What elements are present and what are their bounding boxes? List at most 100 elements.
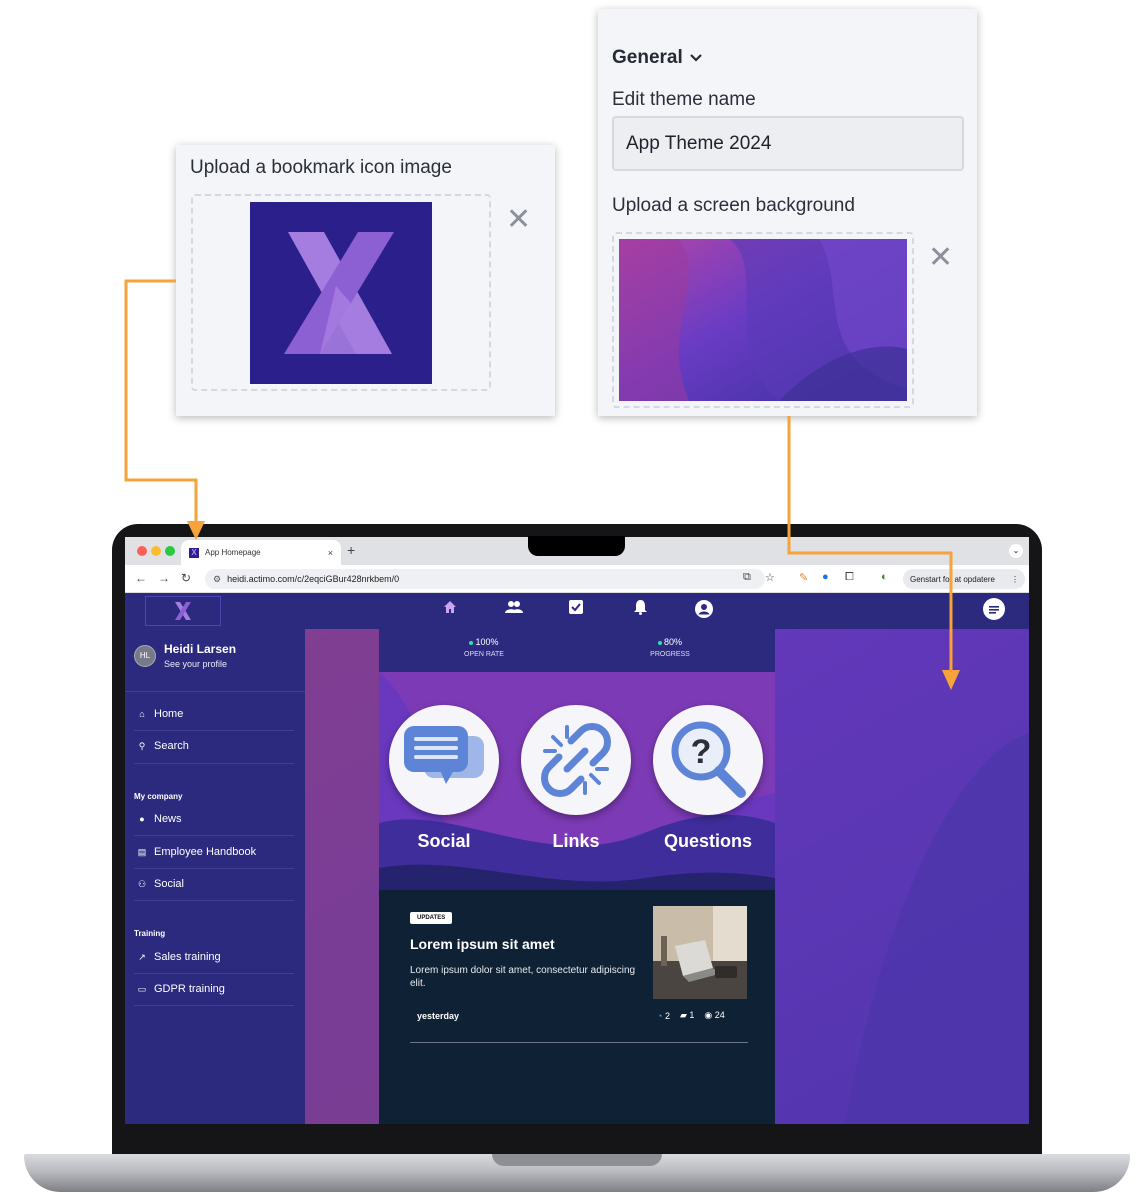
extension-pen-icon[interactable]: ✎: [799, 571, 808, 584]
laptop-lid-notch: [492, 1154, 662, 1166]
bookmark-panel-title: Upload a bookmark icon image: [190, 157, 452, 178]
update-button[interactable]: Genstart for at opdatere ⋮: [903, 569, 1025, 589]
stats-bar: 100% OPEN RATE 80% PROGRESS: [379, 629, 775, 672]
stat-value: 80%: [663, 637, 682, 647]
theme-name-label: Edit theme name: [612, 89, 756, 110]
sidebar-divider: [134, 763, 294, 764]
general-section-label: General: [612, 47, 683, 68]
profile-link[interactable]: See your profile: [164, 659, 236, 669]
sidebar-divider: [125, 691, 305, 692]
new-tab-button[interactable]: +: [347, 542, 355, 558]
bookmark-remove-icon[interactable]: ✕: [506, 205, 531, 235]
bell-icon[interactable]: [634, 600, 647, 615]
tile-label: Links: [552, 831, 600, 851]
profile-avatar-icon[interactable]: ◐: [881, 571, 888, 583]
logo-x-icon: [175, 602, 191, 620]
tab-close-button[interactable]: ×: [328, 548, 333, 558]
card-thumbnail: [653, 906, 747, 999]
sidebar-item-label: Search: [154, 740, 189, 752]
comments-count[interactable]: ▰ 1: [680, 1010, 694, 1021]
sidebar-item-label: GDPR training: [154, 983, 225, 995]
bookmark-star-icon[interactable]: ☆: [765, 571, 775, 584]
tab-list-icon[interactable]: ⌄: [1009, 544, 1023, 558]
sidebar-item-label: Home: [154, 708, 184, 720]
general-settings-panel: General Edit theme name Upload a screen …: [598, 9, 977, 416]
favicon-icon: X: [189, 547, 199, 558]
sidebar-item-search[interactable]: ⚲ Search: [137, 736, 293, 756]
minimize-window-button[interactable]: [151, 546, 161, 556]
sidebar-item-gdpr-training[interactable]: ▭ GDPR training: [137, 979, 293, 999]
people-icon: ⚇: [137, 878, 147, 889]
home-icon[interactable]: [443, 600, 457, 614]
install-app-icon[interactable]: ⧉: [743, 571, 751, 584]
maximize-window-button[interactable]: [165, 546, 175, 556]
sidebar-divider: [134, 868, 294, 869]
stat-open-rate: 100% OPEN RATE: [439, 637, 529, 658]
app-top-nav: [125, 593, 1029, 629]
tile-social[interactable]: Social: [389, 705, 499, 852]
card-text: Lorem ipsum dolor sit amet, consectetur …: [410, 965, 636, 989]
sidebar-item-sales-training[interactable]: ↗ Sales training: [137, 947, 293, 967]
comments-value: 1: [689, 1010, 695, 1020]
bookmark-dropzone[interactable]: [191, 194, 491, 391]
card-divider: [410, 1042, 748, 1043]
general-section-toggle[interactable]: General: [612, 47, 703, 69]
sidebar-section-my-company: My company: [134, 792, 183, 801]
address-bar[interactable]: ⚙ heidi.actimo.com/c/2eqciGBur428nrkbem/…: [205, 569, 765, 589]
stat-label: PROGRESS: [650, 651, 690, 658]
tile-label: Questions: [663, 831, 752, 851]
status-dot-icon: [657, 640, 662, 645]
profile-block[interactable]: HL Heidi Larsen See your profile: [134, 642, 236, 669]
sidebar-item-home[interactable]: ⌂ Home: [137, 704, 293, 724]
tile-links[interactable]: Links: [521, 705, 631, 852]
reload-icon[interactable]: ↻: [181, 571, 191, 585]
news-card[interactable]: UPDATES Lorem ipsum sit amet Lorem ipsum…: [379, 890, 775, 1124]
laptop-icon: ▭: [137, 983, 147, 994]
extensions-puzzle-icon[interactable]: ⧠: [845, 571, 854, 584]
sidebar-item-social[interactable]: ⚇ Social: [137, 874, 293, 894]
browser-tab[interactable]: X App Homepage ×: [181, 540, 341, 565]
reactions-count[interactable]: ◔ 2: [657, 1011, 670, 1021]
background-dropzone[interactable]: [612, 232, 914, 408]
views-value: 24: [714, 1010, 725, 1020]
checklist-icon[interactable]: [569, 600, 583, 614]
menu-dots-icon[interactable]: ⋮: [1011, 575, 1019, 584]
account-icon[interactable]: [695, 600, 713, 618]
sidebar-divider: [134, 973, 294, 974]
tile-circle: ?: [653, 705, 763, 815]
views-count: ◉ 24: [704, 1010, 724, 1021]
card-date: yesterday: [417, 1011, 460, 1021]
stat-label: OPEN RATE: [464, 651, 504, 658]
sidebar-item-label: News: [154, 813, 182, 825]
back-icon[interactable]: ←: [135, 571, 147, 585]
tile-questions[interactable]: ? Questions: [653, 705, 763, 852]
background-preview-image: [619, 239, 907, 401]
forward-icon[interactable]: →: [158, 571, 170, 585]
theme-name-input[interactable]: [612, 116, 964, 171]
card-stats: ◔ 2 ▰ 1 ◉ 24: [657, 1010, 725, 1021]
site-settings-icon[interactable]: ⚙: [213, 574, 221, 585]
people-icon[interactable]: [505, 600, 523, 614]
background-upload-label: Upload a screen background: [612, 195, 855, 216]
app-logo[interactable]: [145, 596, 221, 626]
sidebar-divider: [134, 900, 294, 901]
card-title[interactable]: Lorem ipsum sit amet: [410, 936, 555, 952]
close-window-button[interactable]: [137, 546, 147, 556]
eye-icon: ◉: [704, 1010, 713, 1020]
sidebar-divider: [134, 1005, 294, 1006]
broken-link-icon: [541, 723, 611, 797]
browser-toolbar: ← → ↻ ⚙ heidi.actimo.com/c/2eqciGBur428n…: [125, 565, 1029, 593]
profile-name: Heidi Larsen: [164, 642, 237, 656]
sidebar-item-label: Sales training: [154, 951, 221, 963]
sidebar-item-employee-handbook[interactable]: ▤ Employee Handbook: [137, 842, 293, 862]
background-remove-icon[interactable]: ✕: [928, 243, 953, 273]
camera-notch: [528, 536, 625, 556]
sidebar-item-news[interactable]: ● News: [137, 809, 293, 829]
book-icon: ▤: [137, 846, 147, 857]
chat-icon[interactable]: [983, 598, 1005, 620]
question-magnifier-icon: ?: [671, 721, 746, 798]
app-content: HL Heidi Larsen See your profile ⌂ Home …: [125, 593, 1029, 1124]
extension-shield-icon[interactable]: ●: [822, 571, 829, 583]
stat-progress: 80% PROGRESS: [625, 637, 715, 658]
info-icon: ●: [139, 814, 145, 824]
